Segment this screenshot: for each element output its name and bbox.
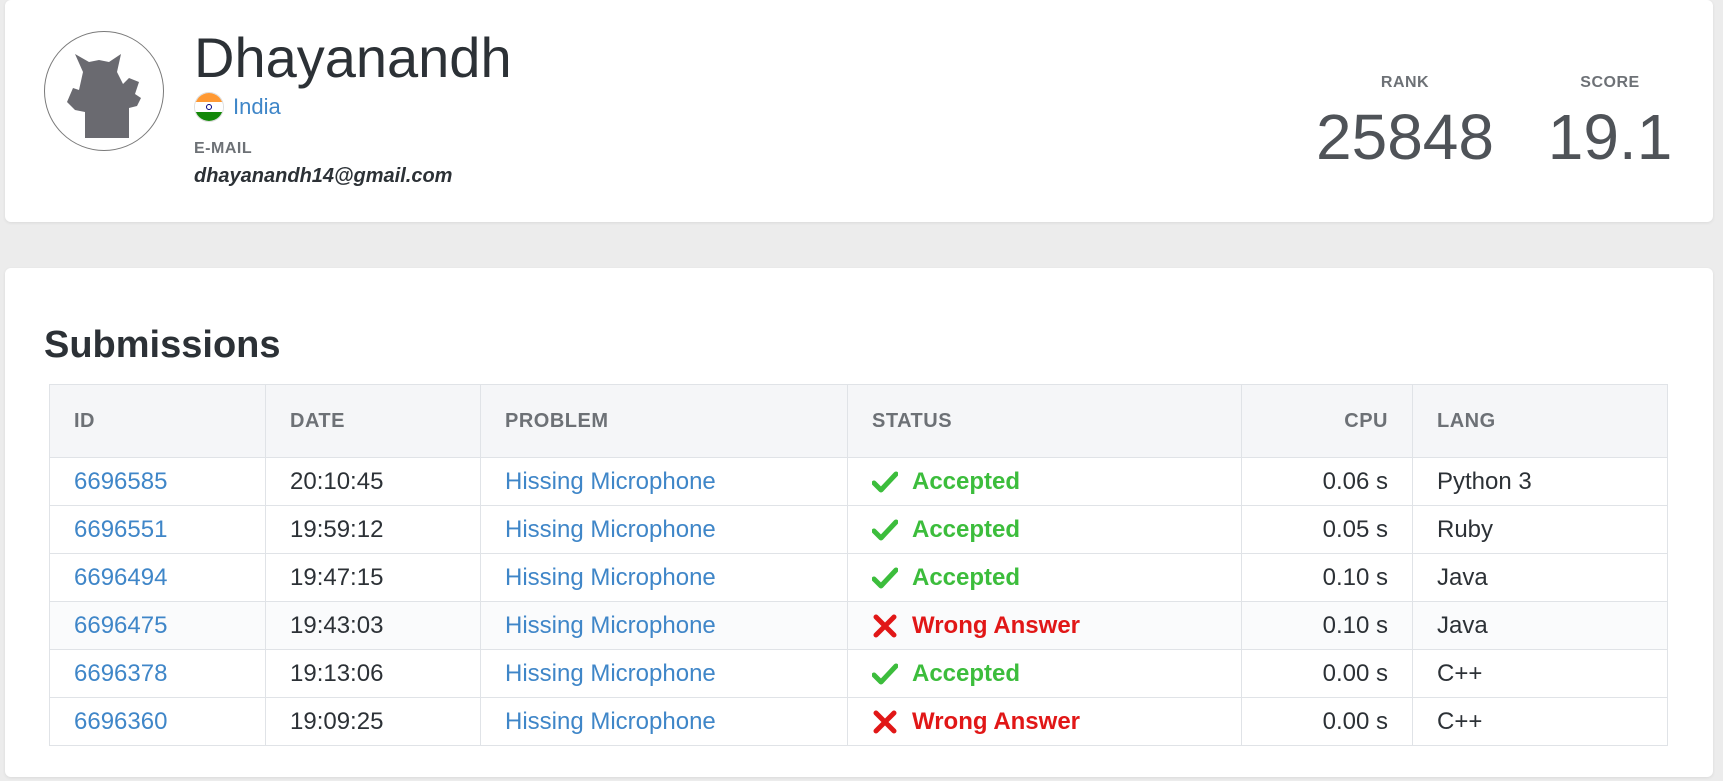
cell-status: Wrong Answer: [847, 697, 1242, 746]
problem-link[interactable]: Hissing Microphone: [505, 564, 716, 591]
cross-icon: [873, 710, 897, 733]
submission-id-link[interactable]: 6696378: [74, 660, 167, 687]
cell-problem: Hissing Microphone: [480, 505, 848, 554]
cell-cpu: 0.00 s: [1241, 697, 1413, 746]
cell-status: Accepted: [847, 457, 1242, 506]
cell-problem: Hissing Microphone: [480, 553, 848, 602]
email: dhayanandh14@gmail.com: [194, 165, 453, 187]
cell-id: 6696585: [49, 457, 266, 506]
cell-date: 19:09:25: [265, 697, 481, 746]
cell-status: Wrong Answer: [847, 601, 1242, 650]
cat-avatar-icon: [67, 54, 141, 138]
check-icon: [872, 471, 898, 492]
user-name: Dhayanandh: [194, 26, 512, 89]
cell-cpu: 0.06 s: [1241, 457, 1413, 506]
submissions-title: Submissions: [44, 324, 281, 366]
cell-lang: Java: [1412, 601, 1668, 650]
status-text: Wrong Answer: [912, 707, 1081, 735]
submission-id-link[interactable]: 6696360: [74, 708, 167, 735]
submission-id-link[interactable]: 6696475: [74, 612, 167, 639]
status-text: Accepted: [912, 659, 1021, 687]
email-label: E-MAIL: [194, 140, 253, 157]
cell-lang: Java: [1412, 553, 1668, 602]
status-badge: Accepted: [872, 468, 1217, 496]
table-row: 6696494 19:47:15 Hissing Microphone Accepte…: [49, 553, 1668, 602]
cell-cpu: 0.10 s: [1241, 553, 1413, 602]
cross-icon: [873, 614, 897, 637]
submission-id-link[interactable]: 6696551: [74, 516, 167, 543]
status-badge: Wrong Answer: [872, 612, 1217, 640]
problem-link[interactable]: Hissing Microphone: [505, 660, 716, 687]
table-row: 6696475 19:43:03 Hissing Microphone Wrong A…: [49, 601, 1668, 650]
submission-id-link[interactable]: 6696494: [74, 564, 167, 591]
cell-status: Accepted: [847, 505, 1242, 554]
cell-date: 19:47:15: [265, 553, 481, 602]
status-badge: Wrong Answer: [872, 708, 1217, 736]
status-badge: Accepted: [872, 516, 1217, 544]
column-header-id[interactable]: ID: [49, 384, 266, 458]
india-flag-icon: [194, 92, 224, 122]
column-header-status[interactable]: STATUS: [847, 384, 1242, 458]
status-text: Accepted: [912, 515, 1021, 543]
rank-value: 25848: [1316, 101, 1494, 173]
problem-link[interactable]: Hissing Microphone: [505, 468, 716, 495]
country-link[interactable]: India: [233, 94, 281, 120]
problem-link[interactable]: Hissing Microphone: [505, 612, 716, 639]
score-label: SCORE: [1580, 74, 1640, 91]
cell-id: 6696378: [49, 649, 266, 698]
table-row: 6696360 19:09:25 Hissing Microphone Wrong A…: [49, 697, 1668, 746]
cell-status: Accepted: [847, 553, 1242, 602]
status-badge: Accepted: [872, 660, 1217, 688]
score-stat: SCORE 19.1: [1540, 74, 1680, 174]
table-header-row: ID DATE PROBLEM STATUS CPU LANG: [49, 384, 1668, 458]
problem-link[interactable]: Hissing Microphone: [505, 516, 716, 543]
column-header-date[interactable]: DATE: [265, 384, 481, 458]
check-icon: [872, 567, 898, 588]
column-header-problem[interactable]: PROBLEM: [480, 384, 848, 458]
cell-lang: C++: [1412, 697, 1668, 746]
problem-link[interactable]: Hissing Microphone: [505, 708, 716, 735]
cell-id: 6696360: [49, 697, 266, 746]
status-text: Accepted: [912, 563, 1021, 591]
cell-cpu: 0.05 s: [1241, 505, 1413, 554]
submissions-table: ID DATE PROBLEM STATUS CPU LANG 6696585 2…: [49, 384, 1668, 746]
cell-id: 6696475: [49, 601, 266, 650]
submission-id-link[interactable]: 6696585: [74, 468, 167, 495]
cell-date: 20:10:45: [265, 457, 481, 506]
cell-lang: C++: [1412, 649, 1668, 698]
check-icon: [872, 519, 898, 540]
cell-cpu: 0.00 s: [1241, 649, 1413, 698]
cell-id: 6696494: [49, 553, 266, 602]
cell-date: 19:43:03: [265, 601, 481, 650]
cell-lang: Python 3: [1412, 457, 1668, 506]
cell-problem: Hissing Microphone: [480, 697, 848, 746]
table-row: 6696551 19:59:12 Hissing Microphone Accepte…: [49, 505, 1668, 554]
cell-date: 19:13:06: [265, 649, 481, 698]
column-header-cpu[interactable]: CPU: [1241, 384, 1413, 458]
cell-date: 19:59:12: [265, 505, 481, 554]
rank-stat: RANK 25848: [1310, 74, 1500, 174]
status-text: Wrong Answer: [912, 611, 1081, 639]
cell-lang: Ruby: [1412, 505, 1668, 554]
rank-label: RANK: [1380, 74, 1430, 91]
cell-status: Accepted: [847, 649, 1242, 698]
cell-cpu: 0.10 s: [1241, 601, 1413, 650]
cell-id: 6696551: [49, 505, 266, 554]
check-icon: [872, 663, 898, 684]
status-badge: Accepted: [872, 564, 1217, 592]
score-value: 19.1: [1547, 101, 1673, 173]
avatar: [44, 31, 164, 151]
table-row: 6696378 19:13:06 Hissing Microphone Accepte…: [49, 649, 1668, 698]
cell-problem: Hissing Microphone: [480, 601, 848, 650]
status-text: Accepted: [912, 467, 1021, 495]
table-row: 6696585 20:10:45 Hissing Microphone Accepte…: [49, 457, 1668, 506]
cell-problem: Hissing Microphone: [480, 649, 848, 698]
cell-problem: Hissing Microphone: [480, 457, 848, 506]
country: India: [194, 91, 281, 123]
column-header-lang[interactable]: LANG: [1412, 384, 1668, 458]
